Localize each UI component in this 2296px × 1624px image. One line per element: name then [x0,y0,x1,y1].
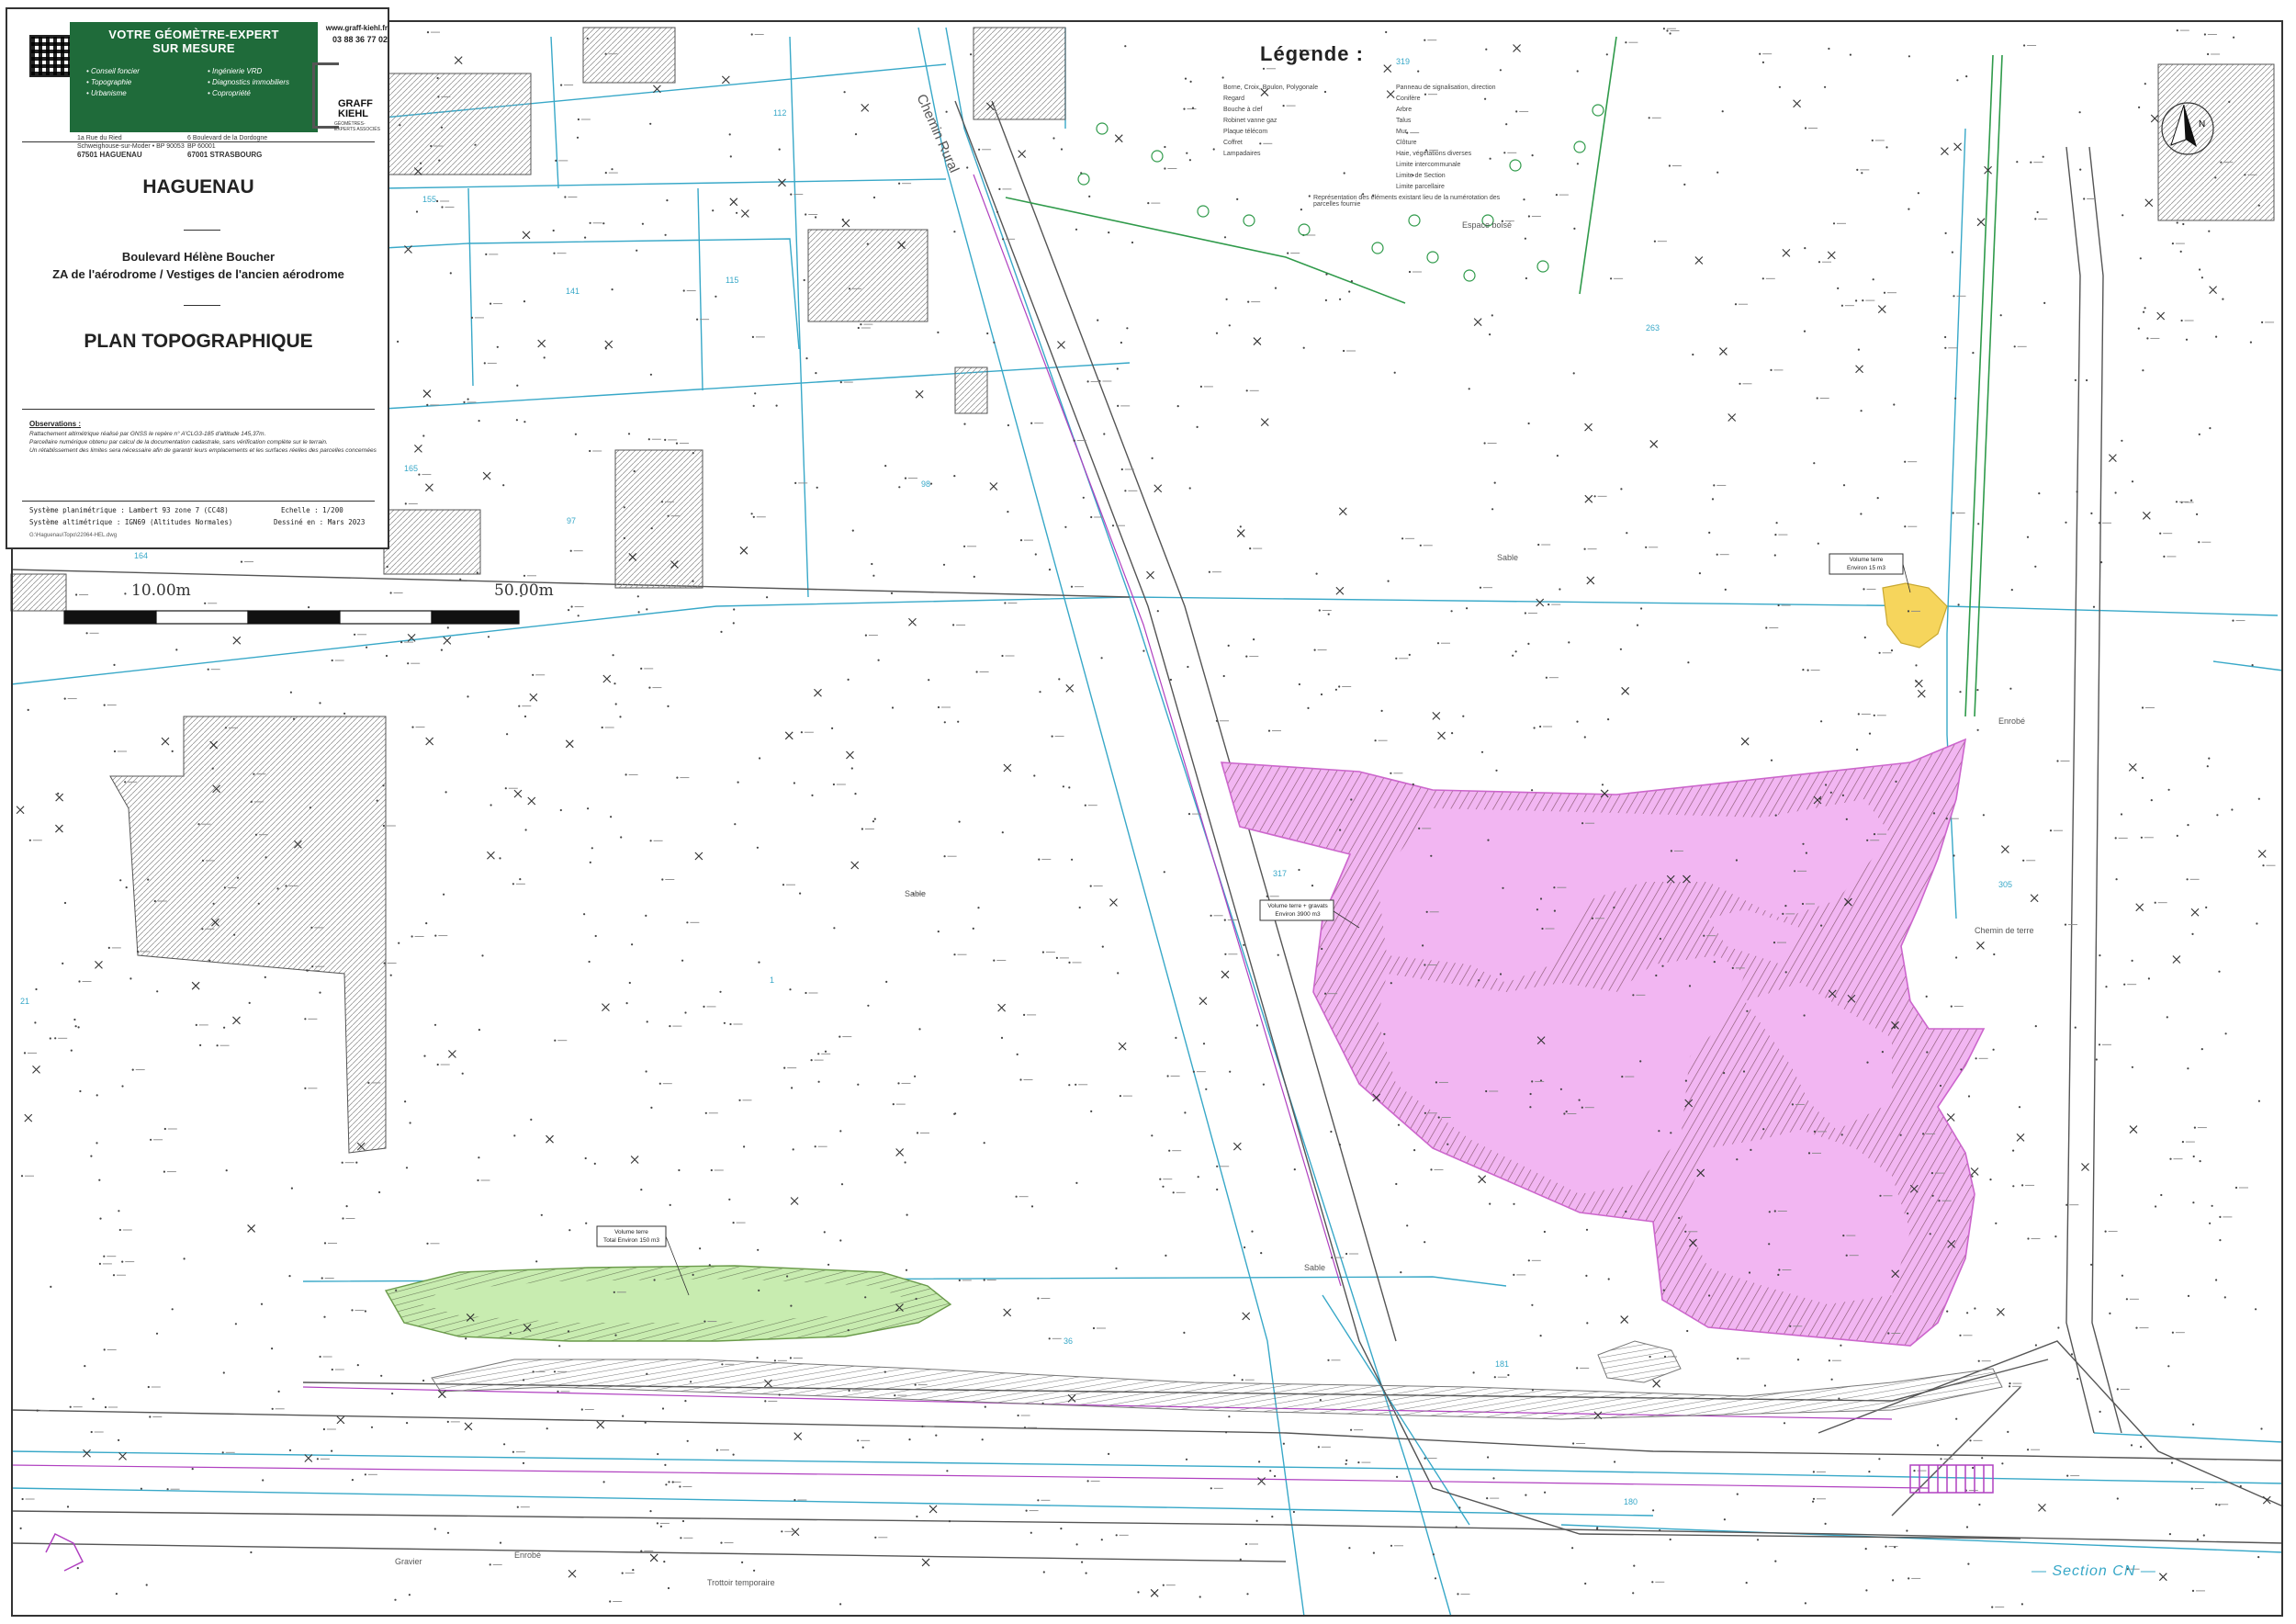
parcel-number: 112 [773,108,787,118]
title-block: VOTRE GÉOMÈTRE-EXPERT SUR MESURE • Consei… [6,7,389,549]
divider [22,141,375,142]
slogan: VOTRE GÉOMÈTRE-EXPERT SUR MESURE [108,28,279,55]
website-link[interactable]: www.graff-kiehl.fr [323,24,388,32]
legend-item: Plaque télécom [1223,129,1268,135]
parcel-number: 263 [1646,323,1660,333]
company-logo: GRAFF KIEHL GÉOMÈTRES-EXPERTS ASSOCIÉS [307,61,384,132]
office-address-1: 1a Rue du Ried Schweighouse-sur-Moder • B… [77,135,185,159]
services-right: • Ingénierie VRD • Diagnostics immobilie… [208,67,290,97]
talus-strip [431,1340,2003,1420]
parcel-number: 305 [1998,880,2013,889]
project-address: Boulevard Hélène Boucher ZA de l'aérodro… [52,250,344,281]
logo-name: GRAFF KIEHL [338,98,373,119]
volume-pink [1220,738,1986,1347]
divider [22,501,375,502]
services-left: • Conseil foncier • Topographie • Urbani… [86,67,140,97]
observations-title: Observations : [29,420,82,428]
legend-item: Borne, Croix, Boulon, Polygonale [1223,85,1319,91]
project-city: HAGUENAU [142,176,254,197]
legend-item: Mur [1396,129,1408,135]
divider [184,305,220,306]
legend-title: Légende : [1260,42,1364,65]
legend-item: Lampadaires [1223,151,1261,157]
qr-code-icon[interactable] [29,35,72,77]
observations-text: Rattachement altimétrique réalisé par GN… [29,431,377,454]
legend-item: Limite de Section [1396,173,1446,179]
legend-item: Limite parcellaire [1396,184,1445,190]
parcel-number: 141 [566,287,580,296]
scale-label-large: 50.00m [494,581,554,600]
label-espace-boise: Espace boisé [1462,220,1513,230]
label-trottoir: Trottoir temporaire [707,1578,775,1587]
label-section: — Section CN — [2032,1563,2156,1579]
parcel-number: 317 [1273,869,1288,878]
parcel-number: 180 [1624,1497,1638,1506]
parcel-number: 115 [726,276,739,285]
legend-item: Panneau de signalisation, direction [1396,85,1496,91]
drawn-date: Dessiné en : Mars 2023 [274,518,366,526]
parcel-number: 97 [567,516,577,525]
volume-pink-callout: Volume terre + gravats Environ 3900 m3 [1267,903,1328,918]
legend-item: Conifère [1396,96,1421,102]
file-reference: G:\Haguenau\Topo\22064-HEL.dwg [29,533,118,538]
phone-number: 03 88 36 77 02 [332,35,388,44]
svg-text:N: N [2199,119,2205,130]
label-enrobe: Enrobé [1998,716,2026,726]
parcel-number: 319 [1396,57,1411,66]
label-sable: Sable [1497,553,1519,562]
volume-green-callout: Volume terre Total Environ 150 m3 [602,1229,660,1244]
legend-item: Bouche à clef [1223,107,1263,113]
system-altimetric: Système altimétrique : IGN69 (Altitudes … [29,518,233,526]
trees [1077,104,1604,282]
parcel-number: 165 [404,464,419,473]
scale-label-small: 10.00m [131,581,191,600]
volume-yellow-callout: Volume terre Environ 15 m3 [1847,557,1885,571]
legend-item: Limite intercommunale [1396,162,1461,168]
legend-item: Haie, végétations diverses [1396,151,1472,157]
legend-item: Représentation des éléments existant lie… [1313,195,1501,208]
divider [184,230,220,231]
volume-green [384,1265,952,1342]
divider [22,409,375,410]
legend-item: Clôture [1396,140,1417,146]
office-address-2: 6 Boulevard de la Dordogne BP 60001 67001 … [187,135,268,159]
parcel-number: 98 [921,479,931,489]
purple-marks [45,1532,84,1572]
parcel-number: 164 [134,551,149,560]
label-enrobe-2: Enrobé [514,1551,542,1560]
parcel-number: 1 [770,976,775,985]
logo-tagline: GÉOMÈTRES-EXPERTS ASSOCIÉS [334,121,380,132]
company-header: VOTRE GÉOMÈTRE-EXPERT SUR MESURE • Consei… [22,22,388,159]
label-chemin-de-terre: Chemin de terre [1975,926,2034,935]
legend-item: Talus [1396,118,1412,124]
legend-item: Arbre [1396,107,1412,113]
parcel-number: 21 [20,997,30,1006]
company-banner: VOTRE GÉOMÈTRE-EXPERT SUR MESURE • Consei… [70,22,318,132]
parcel-number: 181 [1495,1359,1510,1369]
legend-item: Robinet vanne gaz [1223,118,1277,124]
hedge-lines [1005,36,2003,717]
scale-value: Echelle : 1/200 [281,506,343,514]
volume-yellow [1882,582,1948,648]
system-planimetric: Système planimétrique : Lambert 93 zone … [29,506,229,514]
plan-title: PLAN TOPOGRAPHIQUE [84,331,313,352]
label-sable-3: Sable [1304,1263,1326,1272]
scale-bar-graphic [63,610,520,625]
legend-item: Regard [1223,96,1244,102]
label-sable-2: Sable [905,889,927,898]
legend-item: Coffret [1223,140,1243,146]
parcel-number: 155 [422,195,437,204]
label-gravier: Gravier [395,1557,422,1566]
logo-mark-icon [312,62,339,129]
parcel-number: 36 [1064,1336,1074,1346]
